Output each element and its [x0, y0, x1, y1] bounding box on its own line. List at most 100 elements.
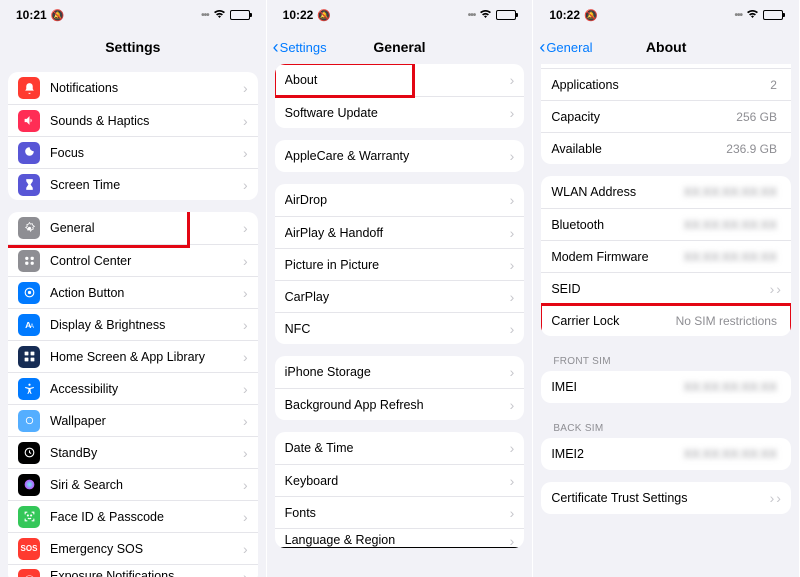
row-background-app-refresh[interactable]: Background App Refresh›	[275, 388, 525, 420]
row-control-center[interactable]: Control Center›	[8, 244, 258, 276]
row-carplay[interactable]: CarPlay›	[275, 280, 525, 312]
row-siri-search[interactable]: Siri & Search›	[8, 468, 258, 500]
row-home-screen-app-library[interactable]: Home Screen & App Library›	[8, 340, 258, 372]
nav-bar: Settings	[0, 30, 266, 64]
row-carrier-lock[interactable]: Carrier LockNo SIM restrictions	[541, 304, 791, 336]
general-group-3: AirDrop›AirPlay & Handoff›Picture in Pic…	[275, 184, 525, 344]
chevron-right-icon: ›	[243, 541, 248, 557]
about-group-3: IMEIXX:XX:XX:XX:XX	[541, 371, 791, 403]
chevron-right-icon: ›	[510, 192, 515, 208]
back-button[interactable]: ‹ Settings	[273, 38, 327, 56]
row-exposure-notifications[interactable]: Exposure Notifications›	[8, 564, 258, 577]
chevron-right-icon: ›	[243, 177, 248, 193]
about-group-top: PhotosApplications2Capacity256 GBAvailab…	[541, 64, 791, 164]
exposure-icon	[18, 569, 40, 577]
row-label: NFC	[285, 322, 508, 336]
chevron-right-icon: ›	[510, 533, 515, 548]
about-group-2: WLAN AddressXX:XX:XX:XX:XXBluetoothXX:XX…	[541, 176, 791, 336]
chevron-right-icon: ›	[770, 281, 775, 297]
row-imei2[interactable]: IMEI2XX:XX:XX:XX:XX	[541, 438, 791, 470]
faceid-icon	[18, 506, 40, 528]
row-airplay-handoff[interactable]: AirPlay & Handoff›	[275, 216, 525, 248]
general-icon	[18, 217, 40, 239]
row-wlan-address[interactable]: WLAN AddressXX:XX:XX:XX:XX	[541, 176, 791, 208]
row-emergency-sos[interactable]: SOSEmergency SOS›	[8, 532, 258, 564]
chevron-right-icon: ›	[243, 477, 248, 493]
row-label: Control Center	[50, 254, 241, 268]
row-fonts[interactable]: Fonts›	[275, 496, 525, 528]
controlcenter-icon	[18, 250, 40, 272]
settings-panel: 10:21 🔕 ••• Settings Notifications›Sound…	[0, 0, 267, 577]
siri-icon	[18, 474, 40, 496]
row-capacity[interactable]: Capacity256 GB	[541, 100, 791, 132]
row-bluetooth[interactable]: BluetoothXX:XX:XX:XX:XX	[541, 208, 791, 240]
nav-bar: ‹ General About	[533, 30, 799, 64]
about-group-4: IMEI2XX:XX:XX:XX:XX	[541, 438, 791, 470]
row-label: Exposure Notifications	[50, 569, 241, 577]
page-title: General	[373, 39, 425, 55]
row-about[interactable]: About›	[275, 64, 525, 96]
row-software-update[interactable]: Software Update›	[275, 96, 525, 128]
row-display-brightness[interactable]: AADisplay & Brightness›	[8, 308, 258, 340]
row-screen-time[interactable]: Screen Time›	[8, 168, 258, 200]
row-general[interactable]: General›	[8, 212, 258, 244]
row-available[interactable]: Available236.9 GB	[541, 132, 791, 164]
chevron-right-icon: ›	[510, 505, 515, 521]
battery-icon	[230, 10, 250, 20]
row-nfc[interactable]: NFC›	[275, 312, 525, 344]
general-group-2: AppleCare & Warranty›	[275, 140, 525, 172]
row-label: Action Button	[50, 286, 241, 300]
row-iphone-storage[interactable]: iPhone Storage›	[275, 356, 525, 388]
row-label: StandBy	[50, 446, 241, 460]
chevron-right-icon: ›	[243, 413, 248, 429]
row-applications[interactable]: Applications2	[541, 68, 791, 100]
row-wallpaper[interactable]: Wallpaper›	[8, 404, 258, 436]
row-modem-firmware[interactable]: Modem FirmwareXX:XX:XX:XX:XX	[541, 240, 791, 272]
row-face-id-passcode[interactable]: Face ID & Passcode›	[8, 500, 258, 532]
row-label: IMEI2	[551, 447, 683, 461]
back-button[interactable]: ‹ General	[539, 38, 592, 56]
row-standby[interactable]: StandBy›	[8, 436, 258, 468]
row-label: iPhone Storage	[285, 365, 508, 379]
row-date-time[interactable]: Date & Time›	[275, 432, 525, 464]
general-panel: 10:22 🔕 ••• ‹ Settings General About›Sof…	[267, 0, 534, 577]
about-panel: 10:22 🔕 ••• ‹ General About PhotosApplic…	[533, 0, 800, 577]
row-value: XX:XX:XX:XX:XX	[684, 447, 777, 461]
clock: 10:21	[16, 8, 47, 22]
chevron-left-icon: ‹	[539, 38, 545, 56]
chevron-right-icon: ›	[510, 289, 515, 305]
row-airdrop[interactable]: AirDrop›	[275, 184, 525, 216]
row-imei[interactable]: IMEIXX:XX:XX:XX:XX	[541, 371, 791, 403]
row-focus[interactable]: Focus›	[8, 136, 258, 168]
row-label: Display & Brightness	[50, 318, 241, 332]
general-group-4: iPhone Storage›Background App Refresh›	[275, 356, 525, 420]
screentime-icon	[18, 174, 40, 196]
row-language-region[interactable]: Language & Region›	[275, 528, 525, 548]
row-label: CarPlay	[285, 290, 508, 304]
row-value: XX:XX:XX:XX:XX	[684, 218, 777, 232]
clock: 10:22	[549, 8, 580, 22]
row-keyboard[interactable]: Keyboard›	[275, 464, 525, 496]
row-notifications[interactable]: Notifications›	[8, 72, 258, 104]
row-label: Screen Time	[50, 178, 241, 192]
row-certificate-trust-settings[interactable]: Certificate Trust Settings››	[541, 482, 791, 514]
chevron-right-icon: ›	[243, 285, 248, 301]
cellular-icon: •••	[468, 10, 476, 21]
row-applecare-warranty[interactable]: AppleCare & Warranty›	[275, 140, 525, 172]
row-label: Picture in Picture	[285, 258, 508, 272]
row-action-button[interactable]: Action Button›	[8, 276, 258, 308]
chevron-right-icon: ›	[510, 257, 515, 273]
row-label: Notifications	[50, 81, 241, 95]
chevron-right-icon: ›	[243, 509, 248, 525]
row-sounds-haptics[interactable]: Sounds & Haptics›	[8, 104, 258, 136]
back-label: Settings	[280, 40, 327, 55]
wifi-icon	[213, 9, 226, 22]
row-label: Background App Refresh	[285, 398, 508, 412]
row-label: General	[50, 221, 241, 235]
row-picture-in-picture[interactable]: Picture in Picture›	[275, 248, 525, 280]
row-seid[interactable]: SEID››	[541, 272, 791, 304]
row-label: Modem Firmware	[551, 250, 683, 264]
clock: 10:22	[283, 8, 314, 22]
row-accessibility[interactable]: Accessibility›	[8, 372, 258, 404]
settings-group-1: Notifications›Sounds & Haptics›Focus›Scr…	[8, 72, 258, 200]
